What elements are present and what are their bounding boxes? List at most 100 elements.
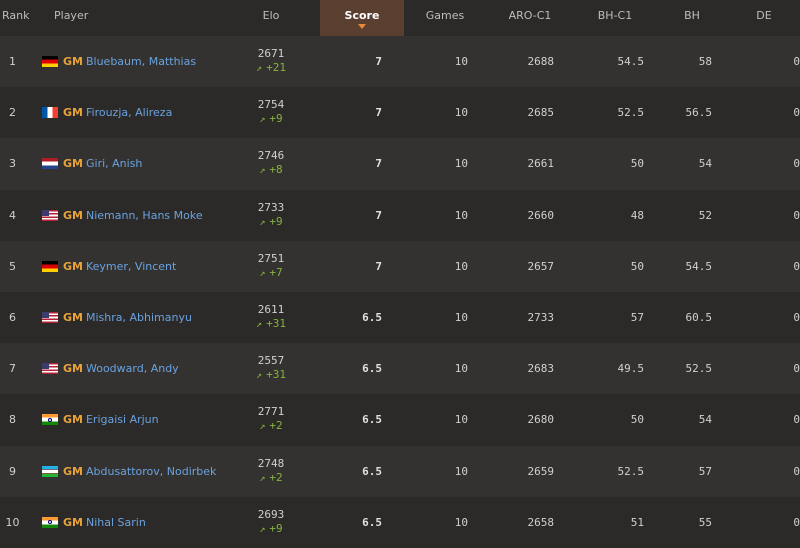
elo-cell: 2733 ↗ +9 [222,190,320,241]
aro-c1-cell: 2683 [527,362,555,376]
rating-change: +9 [269,521,283,535]
de-cell: 0 [793,515,800,529]
bh-cell: 52 [698,208,712,222]
player-title: GM [63,106,83,120]
header-row: Rank Player Elo Score Games ARO-C1 BH-C1… [0,0,800,36]
header-bh[interactable]: BH [656,0,728,36]
elo-rating: 2771 [257,405,285,419]
player-name-link[interactable]: Keymer, Vincent [86,260,176,273]
header-elo[interactable]: Elo [222,0,320,36]
score-cell: 7 [375,208,382,222]
player-name-link[interactable]: Erigaisi Arjun [86,413,159,426]
rank-cell: 1 [9,55,16,69]
rating-up-arrow-icon: ↗ [259,421,266,433]
rating-up-arrow-icon: ↗ [259,523,266,535]
rating-change: +2 [269,419,283,433]
de-cell: 0 [793,311,800,325]
player-title: GM [63,259,83,273]
rating-up-arrow-icon: ↗ [259,472,266,484]
bh-c1-cell: 52.5 [617,106,645,120]
elo-cell: 2746 ↗ +8 [222,138,320,189]
bh-c1-cell: 50 [630,259,644,273]
elo-rating: 2611 [257,303,285,317]
header-aro-c1[interactable]: ARO-C1 [486,0,574,36]
games-cell: 10 [454,208,468,222]
table-row: 9 GM Abdusattorov, Nodirbek 2748 ↗ +2 6.5 10 265… [0,445,800,497]
player-name-link[interactable]: Giri, Anish [86,157,142,170]
rank-cell: 4 [9,208,16,222]
bh-c1-cell: 48 [630,208,644,222]
player-title: GM [63,413,83,427]
header-score[interactable]: Score [320,0,404,36]
header-games[interactable]: Games [404,0,486,36]
country-flag-icon [42,56,58,68]
table-row: 6 GM Mishra, Abhimanyu 2611 ↗ +31 6.5 10 2733 57 6… [0,291,800,344]
country-flag-icon [42,516,58,528]
bh-c1-cell: 50 [630,157,644,171]
aro-c1-cell: 2657 [527,259,555,273]
aro-c1-cell: 2733 [527,311,555,325]
player-cell: GM Nihal Sarin [32,497,222,548]
bh-cell: 52.5 [685,362,713,376]
player-cell: GM Giri, Anish [32,138,222,189]
elo-rating: 2693 [257,507,285,521]
player-cell: GM Abdusattorov, Nodirbek [32,446,222,497]
country-flag-icon [42,363,58,375]
rating-change: +31 [266,317,286,331]
rating-change: +9 [269,214,283,228]
player-name-link[interactable]: Mishra, Abhimanyu [86,311,192,324]
rating-change: +2 [269,470,283,484]
table-row: 7 GM Woodward, Andy 2557 ↗ +31 6.5 10 2683 49.5 52… [0,343,800,395]
aro-c1-cell: 2680 [527,413,555,427]
header-bh-c1[interactable]: BH-C1 [574,0,656,36]
score-cell: 6.5 [362,362,382,376]
player-cell: GM Keymer, Vincent [32,241,222,292]
rating-up-arrow-icon: ↗ [259,216,266,228]
player-name-link[interactable]: Bluebaum, Matthias [86,55,196,68]
bh-cell: 54 [698,413,712,427]
aro-c1-cell: 2658 [527,515,555,529]
player-title: GM [63,464,83,478]
country-flag-icon [42,465,58,477]
player-name-link[interactable]: Firouzja, Alireza [86,106,172,119]
player-name-link[interactable]: Abdusattorov, Nodirbek [86,465,216,478]
bh-cell: 58 [698,55,712,69]
player-title: GM [63,311,83,325]
player-name-link[interactable]: Woodward, Andy [86,362,179,375]
table-row: 1 GM Bluebaum, Matthias 2671 ↗ +21 7 10 2688 54.5… [0,36,800,88]
rating-change: +21 [266,61,286,75]
header-de[interactable]: DE [728,0,800,36]
header-player[interactable]: Player [32,0,222,36]
player-name-link[interactable]: Niemann, Hans Moke [86,209,203,222]
score-cell: 7 [375,55,382,69]
rating-up-arrow-icon: ↗ [259,114,266,126]
player-cell: GM Firouzja, Alireza [32,87,222,138]
header-rank[interactable]: Rank [0,0,32,36]
score-cell: 6.5 [362,515,382,529]
bh-cell: 54 [698,157,712,171]
games-cell: 10 [454,362,468,376]
elo-cell: 2693 ↗ +9 [222,497,320,548]
elo-rating: 2746 [257,149,285,163]
country-flag-icon [42,260,58,272]
elo-cell: 2671 ↗ +21 [222,36,320,87]
score-cell: 6.5 [362,311,382,325]
player-cell: GM Bluebaum, Matthias [32,36,222,87]
table-row: 4 GM Niemann, Hans Moke 2733 ↗ +9 7 10 2660 48 52 0 [0,189,800,241]
player-name-link[interactable]: Nihal Sarin [86,516,146,529]
bh-cell: 60.5 [685,311,713,325]
rating-up-arrow-icon: ↗ [259,165,266,177]
rating-change: +31 [266,368,286,382]
table-row: 10 GM Nihal Sarin 2693 ↗ +9 6.5 10 2658 51 55 0 [0,496,800,548]
country-flag-icon [42,312,58,324]
bh-c1-cell: 52.5 [617,464,645,478]
elo-cell: 2611 ↗ +31 [222,292,320,343]
score-cell: 7 [375,157,382,171]
de-cell: 0 [793,106,800,120]
elo-rating: 2754 [257,98,285,112]
rank-cell: 5 [9,259,16,273]
rating-up-arrow-icon: ↗ [256,319,263,331]
elo-cell: 2754 ↗ +9 [222,87,320,138]
aro-c1-cell: 2660 [527,208,555,222]
aro-c1-cell: 2661 [527,157,555,171]
